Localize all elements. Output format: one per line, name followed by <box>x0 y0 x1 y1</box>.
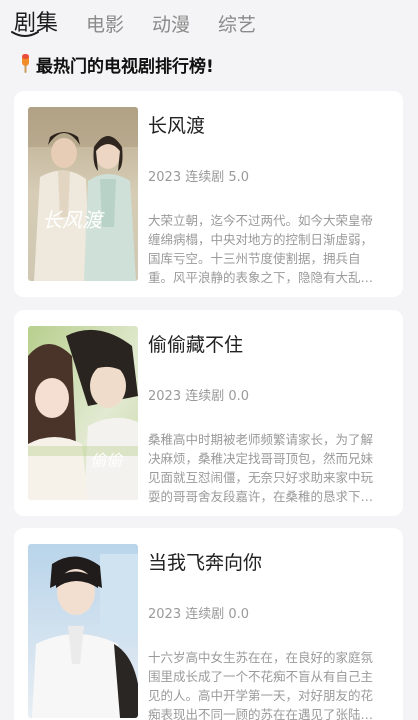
tab-anime[interactable]: 动漫 <box>152 10 190 37</box>
drama-meta: 2023 连续剧 0.0 <box>148 389 250 404</box>
drama-description: 大荣立朝，迄今不过两代。如今大荣皇帝缠绵病榻，中央对地方的控制日渐虚弱，国库亏空… <box>148 213 374 285</box>
drama-card[interactable]: 长风渡 长风渡 2023 连续剧 5.0 大荣立朝，迄今不过两代。如今大荣皇帝缠… <box>14 91 403 297</box>
popsicle-icon <box>22 54 29 73</box>
poster-image <box>28 544 138 718</box>
drama-meta: 2023 连续剧 0.0 <box>148 607 250 622</box>
drama-card[interactable]: 偷偷 偷偷藏不住 2023 连续剧 0.0 桑稚高中时期被老师频繁请家长，为了解… <box>14 310 403 516</box>
category-tabs: 剧集 电影 动漫 综艺 <box>0 0 418 44</box>
heading-text: 最热门的电视剧排行榜! <box>36 56 214 77</box>
drama-title: 偷偷藏不住 <box>148 334 244 356</box>
active-tab-indicator <box>11 31 39 37</box>
poster-calligraphy: 长风渡 <box>42 208 105 232</box>
drama-meta: 2023 连续剧 5.0 <box>148 170 250 185</box>
poster-calligraphy: 偷偷 <box>90 451 124 470</box>
poster-image: 偷偷 <box>28 326 138 500</box>
tab-variety[interactable]: 综艺 <box>218 10 256 37</box>
poster-image: 长风渡 <box>28 107 138 281</box>
drama-card[interactable]: 当我飞奔向你 2023 连续剧 0.0 十六岁高中女生苏在在，在良好的家庭氛围里… <box>14 528 403 720</box>
drama-title: 当我飞奔向你 <box>148 552 263 574</box>
section-heading: 最热门的电视剧排行榜! <box>18 52 214 77</box>
drama-title: 长风渡 <box>148 115 206 137</box>
tab-movies[interactable]: 电影 <box>86 10 124 37</box>
drama-description: 十六岁高中女生苏在在，在良好的家庭氛围里成长成了一个不花痴不盲从有自己主见的人。… <box>148 650 374 720</box>
drama-description: 桑稚高中时期被老师频繁请家长，为了解决麻烦，桑稚决定找哥哥顶包，然而兄妹见面就互… <box>148 432 374 504</box>
